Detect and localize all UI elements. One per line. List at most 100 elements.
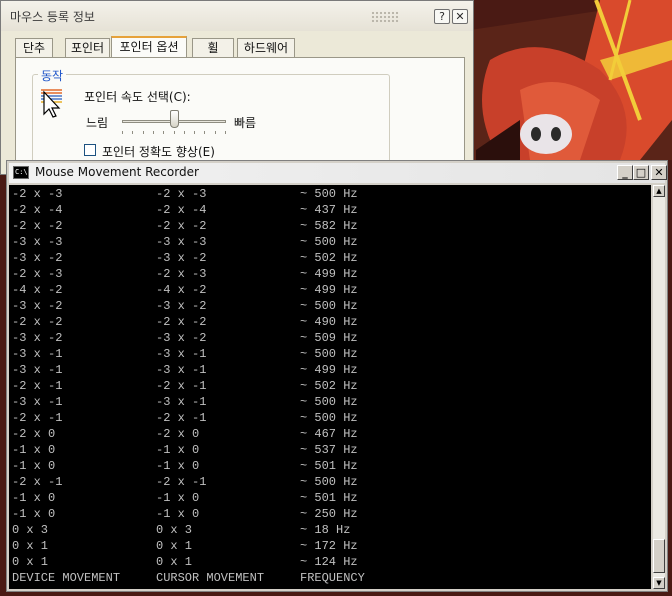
frequency-cell: ~ 499 Hz: [300, 267, 358, 281]
cursor-movement-cell: -2 x -4: [156, 203, 207, 217]
dialog-close-button[interactable]: ✕: [452, 9, 468, 24]
slider-tick: [225, 131, 226, 134]
scrollbar-thumb[interactable]: [653, 539, 665, 573]
cursor-movement-cell: 0 x 3: [156, 523, 193, 537]
console-row: -1 x 0 -1 x 0 ~ 501 Hz: [12, 458, 651, 474]
cursor-movement-cell: -3 x -1: [156, 395, 207, 409]
scroll-down-arrow-icon[interactable]: ▼: [653, 577, 665, 589]
cursor-movement-cell: -3 x -1: [156, 363, 207, 377]
slider-tick: [194, 131, 196, 134]
console-row: -4 x -2 -4 x -2 ~ 499 Hz: [12, 282, 651, 298]
slider-tick: [152, 131, 154, 134]
pointer-speed-slider-thumb[interactable]: [170, 110, 179, 128]
tab-wheel[interactable]: 휠: [192, 38, 234, 58]
frequency-cell: ~ 250 Hz: [300, 507, 358, 521]
mouse-movement-recorder-window: C:\ Mouse Movement Recorder _ □ ✕ -2 x -…: [6, 160, 668, 592]
cursor-movement-cell: 0 x 1: [156, 555, 193, 569]
console-output[interactable]: -2 x -3 -2 x -3 ~ 500 Hz -2 x -4 -2 x -4 ~ 43…: [9, 185, 651, 589]
device-movement-cell: -4 x -2: [12, 283, 63, 297]
slider-tick: [214, 131, 216, 134]
device-movement-cell: -3 x -2: [12, 251, 63, 265]
console-row: 0 x 1 0 x 1 ~ 124 Hz: [12, 554, 651, 570]
frequency-cell: ~ 582 Hz: [300, 219, 358, 233]
device-movement-cell: -2 x -3: [12, 187, 63, 201]
tab-hardware[interactable]: 하드웨어: [237, 38, 295, 58]
frequency-cell: FREQUENCY: [300, 571, 365, 585]
maximize-button[interactable]: □: [633, 165, 649, 180]
device-movement-cell: 0 x 1: [12, 539, 49, 553]
frequency-cell: ~ 500 Hz: [300, 411, 358, 425]
console-header-row: DEVICE MOVEMENT CURSOR MOVEMENT FREQUENCY: [12, 570, 651, 586]
console-row: -2 x -1 -2 x -1 ~ 502 Hz: [12, 378, 651, 394]
enhance-precision-checkbox[interactable]: [84, 144, 96, 156]
cursor-movement-cell: -3 x -3: [156, 235, 207, 249]
frequency-cell: ~ 537 Hz: [300, 443, 358, 457]
console-row: -2 x -1 -2 x -1 ~ 500 Hz: [12, 474, 651, 490]
device-movement-cell: 0 x 3: [12, 523, 49, 537]
tab-pointers[interactable]: 포인터: [65, 38, 110, 58]
console-title-bar[interactable]: C:\ Mouse Movement Recorder _ □ ✕: [9, 163, 667, 183]
frequency-cell: ~ 509 Hz: [300, 331, 358, 345]
slider-tick: [132, 131, 134, 134]
console-row: -2 x -4 -2 x -4 ~ 437 Hz: [12, 202, 651, 218]
device-movement-cell: 0 x 1: [12, 555, 49, 569]
frequency-cell: ~ 467 Hz: [300, 427, 358, 441]
cursor-movement-cell: -2 x -3: [156, 187, 207, 201]
device-movement-cell: DEVICE MOVEMENT: [12, 571, 121, 585]
cursor-movement-cell: -3 x -2: [156, 251, 207, 265]
device-movement-cell: -2 x -1: [12, 475, 63, 489]
device-movement-cell: -3 x -1: [12, 395, 63, 409]
dialog-title: 마우스 등록 정보: [10, 10, 95, 24]
help-button[interactable]: ?: [434, 9, 450, 24]
frequency-cell: ~ 500 Hz: [300, 347, 358, 361]
tab-buttons[interactable]: 단추: [15, 38, 53, 58]
dialog-title-bar[interactable]: 마우스 등록 정보 ? ✕: [1, 1, 473, 31]
console-close-button[interactable]: ✕: [651, 165, 667, 180]
frequency-cell: ~ 172 Hz: [300, 539, 358, 553]
scroll-up-arrow-icon[interactable]: ▲: [653, 185, 665, 197]
frequency-cell: ~ 124 Hz: [300, 555, 358, 569]
device-movement-cell: -2 x -4: [12, 203, 63, 217]
cursor-movement-cell: -1 x 0: [156, 443, 200, 457]
vertical-scrollbar[interactable]: ▲ ▼: [653, 185, 665, 589]
device-movement-cell: -2 x -2: [12, 219, 63, 233]
fast-label: 빠름: [234, 116, 257, 130]
minimize-button[interactable]: _: [617, 165, 633, 180]
frequency-cell: ~ 490 Hz: [300, 315, 358, 329]
console-row: -2 x -3 -2 x -3 ~ 500 Hz: [12, 186, 651, 202]
device-movement-cell: -2 x -1: [12, 379, 63, 393]
device-movement-cell: -1 x 0: [12, 459, 56, 473]
tab-pointer-options[interactable]: 포인터 옵션: [111, 36, 187, 59]
slider-tick: [142, 131, 144, 134]
device-movement-cell: -2 x -2: [12, 315, 63, 329]
device-movement-cell: -2 x 0: [12, 427, 56, 441]
slider-tick: [173, 131, 175, 134]
enhance-precision-label[interactable]: 포인터 정확도 향상(E): [102, 143, 215, 160]
console-row: -1 x 0 -1 x 0 ~ 537 Hz: [12, 442, 651, 458]
cursor-movement-cell: -2 x -1: [156, 411, 207, 425]
device-movement-cell: -1 x 0: [12, 507, 56, 521]
cursor-movement-cell: -2 x -1: [156, 475, 207, 489]
console-icon: C:\: [13, 166, 29, 179]
frequency-cell: ~ 500 Hz: [300, 299, 358, 313]
pointer-speed-label: 포인터 속도 선택(C):: [84, 90, 191, 104]
frequency-cell: ~ 500 Hz: [300, 475, 358, 489]
slider-ticks: [122, 131, 226, 135]
mouse-properties-dialog: 마우스 등록 정보 ? ✕ 단추 포인터 포인터 옵션 휠 하드웨어 동작 포인…: [0, 0, 474, 186]
pointer-options-panel: 동작 포인터 속도 선택(C): 느림 빠름 포인터 정확도 향상(E): [15, 57, 465, 186]
frequency-cell: ~ 499 Hz: [300, 283, 358, 297]
console-row: -2 x 0 -2 x 0 ~ 467 Hz: [12, 426, 651, 442]
cursor-movement-cell: -1 x 0: [156, 507, 200, 521]
cursor-movement-cell: -2 x -2: [156, 315, 207, 329]
device-movement-cell: -2 x -1: [12, 411, 63, 425]
slider-tick: [122, 131, 123, 134]
frequency-cell: ~ 500 Hz: [300, 395, 358, 409]
console-row: -3 x -1 -3 x -1 ~ 500 Hz: [12, 346, 651, 362]
console-row: -3 x -1 -3 x -1 ~ 499 Hz: [12, 362, 651, 378]
slow-label: 느림: [86, 116, 109, 130]
cursor-movement-cell: -2 x -1: [156, 379, 207, 393]
slider-tick: [204, 131, 206, 134]
slider-tick: [163, 131, 165, 134]
frequency-cell: ~ 500 Hz: [300, 187, 358, 201]
device-movement-cell: -3 x -2: [12, 299, 63, 313]
